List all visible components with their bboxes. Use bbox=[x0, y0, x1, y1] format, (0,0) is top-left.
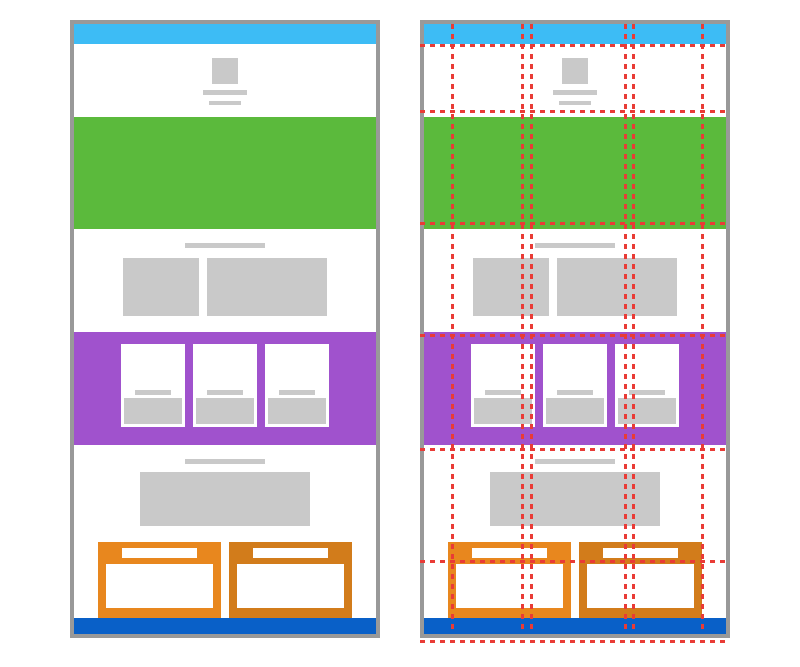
lower-title-placeholder bbox=[185, 459, 265, 464]
footer-card-right bbox=[229, 542, 352, 618]
lower-title-placeholder bbox=[535, 459, 615, 464]
logo-placeholder-icon bbox=[562, 58, 588, 84]
content-boxes-row bbox=[123, 258, 327, 316]
wireframe-right bbox=[420, 20, 730, 638]
wireframe-content bbox=[424, 229, 726, 332]
wireframe-bottombar bbox=[74, 618, 376, 634]
wireframe-cards-row bbox=[424, 332, 726, 445]
wireframe-footer-cards bbox=[74, 542, 376, 618]
wireframe-lower bbox=[424, 445, 726, 542]
content-box-small bbox=[473, 258, 549, 316]
wireframe-card bbox=[193, 344, 257, 427]
content-box-large bbox=[207, 258, 327, 316]
logo-placeholder-icon bbox=[212, 58, 238, 84]
wireframe-hero bbox=[74, 117, 376, 229]
header-title-placeholder bbox=[553, 90, 597, 95]
wireframe-card bbox=[471, 344, 535, 427]
footer-card-right bbox=[579, 542, 702, 618]
header-subtitle-placeholder bbox=[559, 101, 591, 105]
content-boxes-row bbox=[473, 258, 677, 316]
header-title-placeholder bbox=[203, 90, 247, 95]
wireframe-left bbox=[70, 20, 380, 638]
wireframe-lower bbox=[74, 445, 376, 542]
content-title-placeholder bbox=[185, 243, 265, 248]
content-title-placeholder bbox=[535, 243, 615, 248]
wireframe-header bbox=[424, 44, 726, 117]
lower-block-placeholder bbox=[490, 472, 660, 526]
grid-horizontal-line bbox=[420, 640, 730, 643]
wireframe-header bbox=[74, 44, 376, 117]
wireframe-card bbox=[543, 344, 607, 427]
wireframe-content bbox=[74, 229, 376, 332]
wireframe-topbar bbox=[74, 24, 376, 44]
wireframe-cards-row bbox=[74, 332, 376, 445]
header-subtitle-placeholder bbox=[209, 101, 241, 105]
wireframe-topbar bbox=[424, 24, 726, 44]
lower-block-placeholder bbox=[140, 472, 310, 526]
content-box-small bbox=[123, 258, 199, 316]
wireframe-card bbox=[265, 344, 329, 427]
footer-card-left bbox=[98, 542, 221, 618]
content-box-large bbox=[557, 258, 677, 316]
wireframe-card bbox=[615, 344, 679, 427]
wireframe-card bbox=[121, 344, 185, 427]
wireframe-footer-cards bbox=[424, 542, 726, 618]
wireframe-bottombar bbox=[424, 618, 726, 634]
wireframe-hero bbox=[424, 117, 726, 229]
footer-card-left bbox=[448, 542, 571, 618]
